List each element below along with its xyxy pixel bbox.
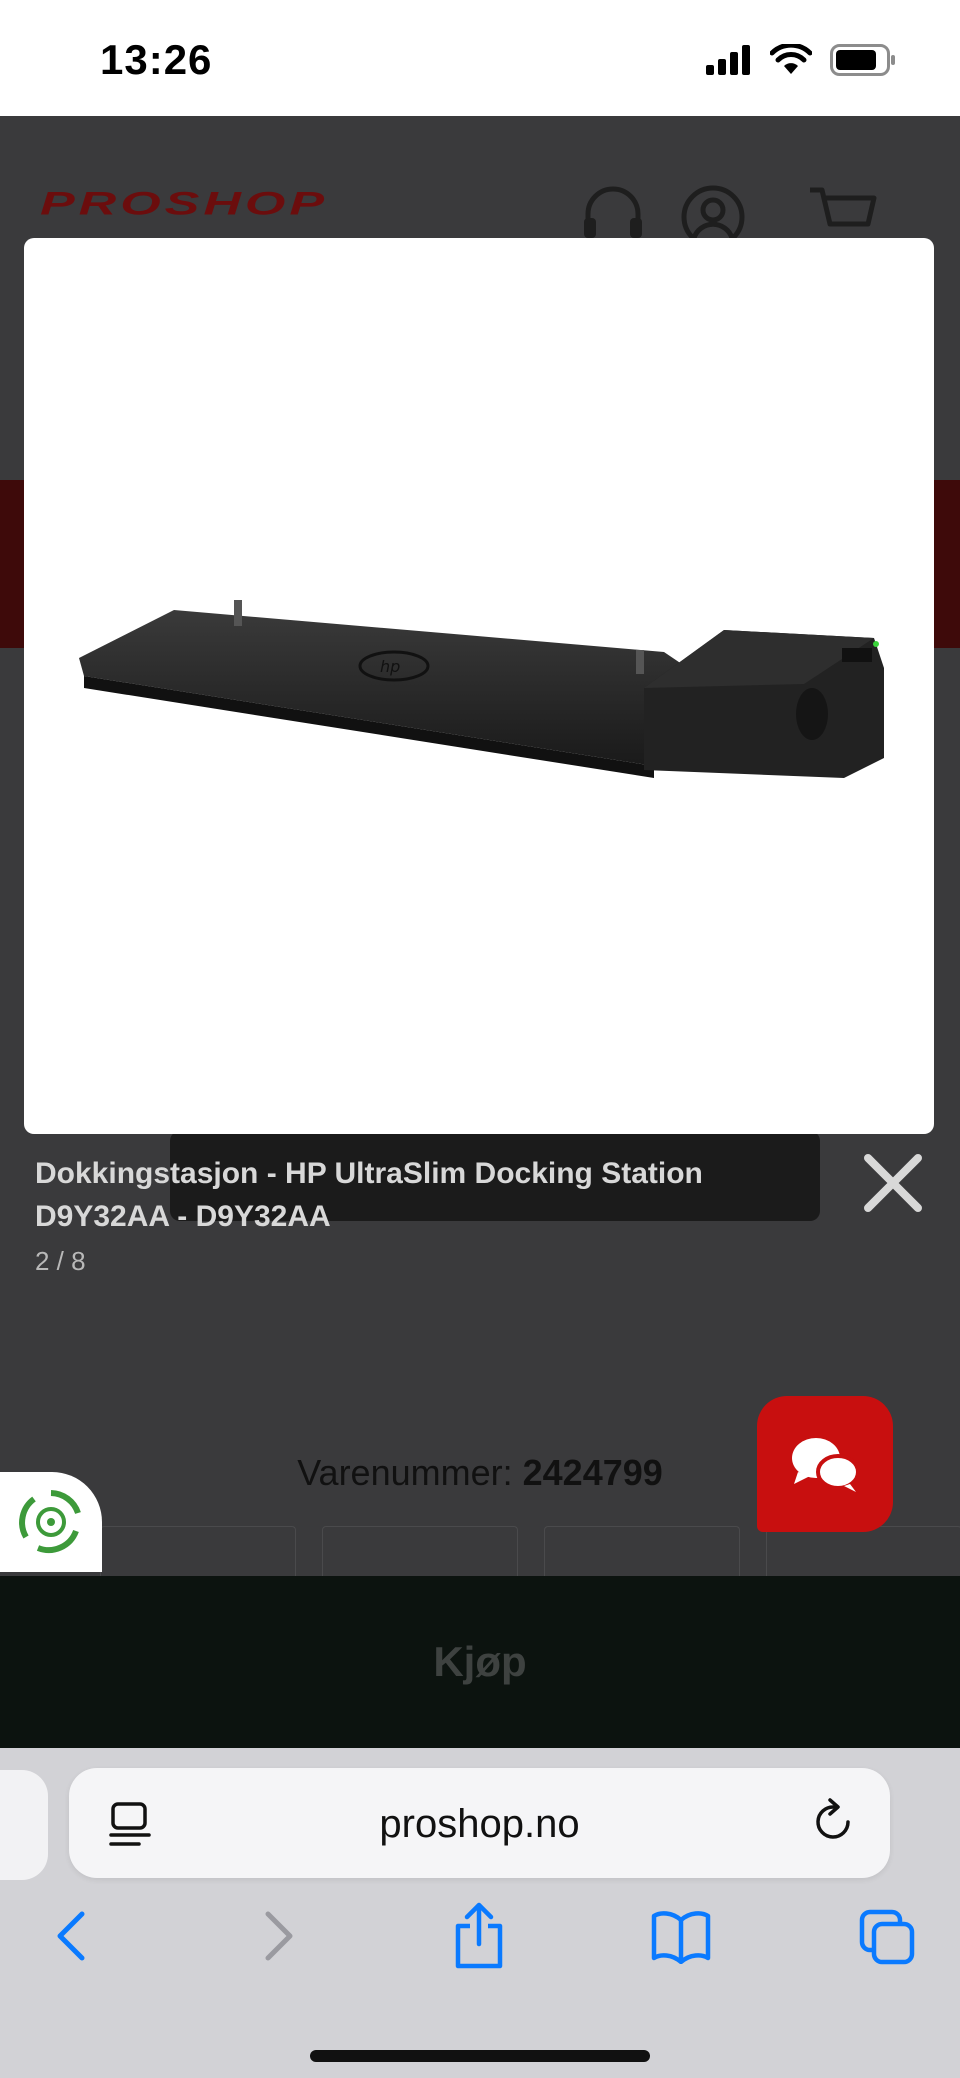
battery-icon	[830, 44, 895, 76]
status-icons	[706, 44, 896, 76]
status-time: 13:26	[100, 36, 213, 83]
lightbox-caption: Dokkingstasjon - HP UltraSlim Docking St…	[35, 1152, 815, 1277]
proshop-logo[interactable]: PROSHOP	[40, 188, 470, 220]
buy-button-label: Kjøp	[433, 1638, 527, 1685]
share-icon[interactable]	[452, 1902, 506, 1970]
previous-tab-peek[interactable]	[0, 1770, 48, 1880]
back-icon[interactable]	[52, 1908, 92, 1964]
cellular-signal-icon	[706, 45, 750, 75]
headset-icon[interactable]	[580, 184, 646, 244]
home-indicator[interactable]	[310, 2050, 650, 2062]
recycle-badge[interactable]	[0, 1472, 102, 1572]
lightbox-image[interactable]: hp	[24, 238, 934, 1134]
cart-icon[interactable]	[808, 184, 878, 244]
address-bar[interactable]: proshop.no	[69, 1768, 890, 1878]
buy-button[interactable]: Kjøp	[0, 1576, 960, 1748]
chat-button[interactable]	[757, 1396, 893, 1532]
reload-icon[interactable]	[812, 1798, 856, 1844]
svg-text:hp: hp	[380, 657, 400, 676]
status-bar: 13:26	[0, 0, 960, 116]
bookmarks-icon[interactable]	[650, 1908, 712, 1964]
browser-nav-bar	[0, 1902, 960, 1978]
url-text[interactable]: proshop.no	[69, 1802, 890, 1847]
wifi-icon	[770, 44, 812, 74]
product-number-label: Varenummer:	[297, 1452, 513, 1493]
close-icon[interactable]	[858, 1148, 928, 1218]
recycle-icon	[19, 1490, 81, 1554]
lightbox-title: Dokkingstasjon - HP UltraSlim Docking St…	[35, 1157, 703, 1233]
image-counter: 2 / 8	[35, 1246, 86, 1276]
forward-icon[interactable]	[258, 1908, 298, 1964]
tabs-icon[interactable]	[858, 1908, 916, 1966]
product-number-value: 2424799	[522, 1452, 663, 1493]
docking-station-image: hp	[79, 600, 884, 778]
chat-bubbles-icon	[792, 1438, 860, 1492]
safari-toolbar: proshop.no	[0, 1748, 960, 2078]
